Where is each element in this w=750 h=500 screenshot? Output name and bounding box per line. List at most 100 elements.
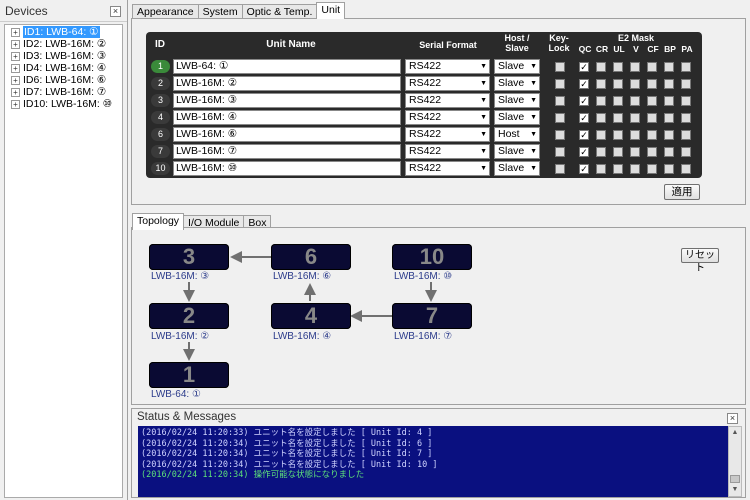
host-slave-select[interactable]: Slave ▼ — [494, 110, 540, 125]
key-lock-checkbox[interactable] — [555, 130, 565, 140]
key-lock-checkbox[interactable] — [555, 164, 565, 174]
ul-mask-checkbox[interactable] — [613, 62, 623, 72]
pa-mask-checkbox[interactable] — [681, 96, 691, 106]
apply-button[interactable]: 適用 — [664, 184, 700, 200]
qc-mask-checkbox[interactable]: ✓ — [579, 96, 589, 106]
ul-mask-checkbox[interactable] — [613, 164, 623, 174]
unit-name-input[interactable]: LWB-16M: ⑩ — [173, 161, 401, 176]
ul-mask-checkbox[interactable] — [613, 96, 623, 106]
topology-node-3[interactable]: 3 — [149, 244, 229, 270]
unit-name-input[interactable]: LWB-16M: ② — [173, 76, 401, 91]
ul-mask-checkbox[interactable] — [613, 130, 623, 140]
expand-icon[interactable]: + — [11, 51, 20, 61]
key-lock-checkbox[interactable] — [555, 113, 565, 123]
tree-item[interactable]: + ID7: LWB-16M: ⑦ — [5, 86, 122, 98]
qc-mask-checkbox[interactable]: ✓ — [579, 147, 589, 157]
tab-system[interactable]: System — [197, 4, 243, 19]
host-slave-select[interactable]: Slave ▼ — [494, 76, 540, 91]
pa-mask-checkbox[interactable] — [681, 62, 691, 72]
cf-mask-checkbox[interactable] — [647, 147, 657, 157]
scroll-down-icon[interactable]: ▼ — [729, 484, 741, 496]
scroll-thumb[interactable] — [730, 475, 740, 483]
key-lock-checkbox[interactable] — [555, 96, 565, 106]
v-mask-checkbox[interactable] — [630, 113, 640, 123]
topology-node-1[interactable]: 1 — [149, 362, 229, 388]
expand-icon[interactable]: + — [11, 39, 20, 49]
unit-name-input[interactable]: LWB-64: ① — [173, 59, 401, 74]
pa-mask-checkbox[interactable] — [681, 113, 691, 123]
pa-mask-checkbox[interactable] — [681, 164, 691, 174]
bp-mask-checkbox[interactable] — [664, 113, 674, 123]
bp-mask-checkbox[interactable] — [664, 130, 674, 140]
serial-format-select[interactable]: RS422 ▼ — [405, 59, 490, 74]
v-mask-checkbox[interactable] — [630, 96, 640, 106]
cf-mask-checkbox[interactable] — [647, 130, 657, 140]
host-slave-select[interactable]: Slave ▼ — [494, 93, 540, 108]
close-icon[interactable]: × — [727, 413, 738, 424]
expand-icon[interactable]: + — [11, 99, 20, 109]
host-slave-select[interactable]: Host ▼ — [494, 127, 540, 142]
qc-mask-checkbox[interactable]: ✓ — [579, 113, 589, 123]
bp-mask-checkbox[interactable] — [664, 79, 674, 89]
host-slave-select[interactable]: Slave ▼ — [494, 161, 540, 176]
topology-node-10[interactable]: 10 — [392, 244, 472, 270]
tree-item[interactable]: + ID2: LWB-16M: ② — [5, 38, 122, 50]
bp-mask-checkbox[interactable] — [664, 62, 674, 72]
cr-mask-checkbox[interactable] — [596, 147, 606, 157]
tree-item[interactable]: + ID6: LWB-16M: ⑥ — [5, 74, 122, 86]
qc-mask-checkbox[interactable]: ✓ — [579, 130, 589, 140]
cr-mask-checkbox[interactable] — [596, 130, 606, 140]
scroll-up-icon[interactable]: ▲ — [729, 427, 741, 439]
bp-mask-checkbox[interactable] — [664, 164, 674, 174]
pa-mask-checkbox[interactable] — [681, 130, 691, 140]
host-slave-select[interactable]: Slave ▼ — [494, 59, 540, 74]
cr-mask-checkbox[interactable] — [596, 62, 606, 72]
serial-format-select[interactable]: RS422 ▼ — [405, 144, 490, 159]
close-icon[interactable]: × — [110, 6, 121, 17]
key-lock-checkbox[interactable] — [555, 79, 565, 89]
ul-mask-checkbox[interactable] — [613, 147, 623, 157]
reset-button[interactable]: リセット — [681, 248, 719, 274]
expand-icon[interactable]: + — [11, 27, 20, 37]
v-mask-checkbox[interactable] — [630, 79, 640, 89]
tree-item[interactable]: + ID1: LWB-64: ① — [5, 26, 122, 38]
pa-mask-checkbox[interactable] — [681, 147, 691, 157]
serial-format-select[interactable]: RS422 ▼ — [405, 93, 490, 108]
key-lock-checkbox[interactable] — [555, 147, 565, 157]
bp-mask-checkbox[interactable] — [664, 96, 674, 106]
expand-icon[interactable]: + — [11, 75, 20, 85]
serial-format-select[interactable]: RS422 ▼ — [405, 110, 490, 125]
v-mask-checkbox[interactable] — [630, 164, 640, 174]
expand-icon[interactable]: + — [11, 63, 20, 73]
qc-mask-checkbox[interactable]: ✓ — [579, 62, 589, 72]
bp-mask-checkbox[interactable] — [664, 147, 674, 157]
serial-format-select[interactable]: RS422 ▼ — [405, 161, 490, 176]
cf-mask-checkbox[interactable] — [647, 62, 657, 72]
topology-node-6[interactable]: 6 — [271, 244, 351, 270]
tab-appearance[interactable]: Appearance — [132, 4, 199, 19]
unit-name-input[interactable]: LWB-16M: ③ — [173, 93, 401, 108]
cr-mask-checkbox[interactable] — [596, 79, 606, 89]
tab-optic-temp[interactable]: Optic & Temp. — [241, 4, 318, 19]
v-mask-checkbox[interactable] — [630, 147, 640, 157]
key-lock-checkbox[interactable] — [555, 62, 565, 72]
cf-mask-checkbox[interactable] — [647, 164, 657, 174]
qc-mask-checkbox[interactable]: ✓ — [579, 79, 589, 89]
pa-mask-checkbox[interactable] — [681, 79, 691, 89]
cf-mask-checkbox[interactable] — [647, 79, 657, 89]
tree-item[interactable]: + ID3: LWB-16M: ③ — [5, 50, 122, 62]
message-scrollbar[interactable]: ▲ ▼ — [728, 426, 742, 497]
topology-node-7[interactable]: 7 — [392, 303, 472, 329]
ul-mask-checkbox[interactable] — [613, 113, 623, 123]
unit-name-input[interactable]: LWB-16M: ⑥ — [173, 127, 401, 142]
cf-mask-checkbox[interactable] — [647, 96, 657, 106]
unit-name-input[interactable]: LWB-16M: ⑦ — [173, 144, 401, 159]
qc-mask-checkbox[interactable]: ✓ — [579, 164, 589, 174]
cr-mask-checkbox[interactable] — [596, 164, 606, 174]
v-mask-checkbox[interactable] — [630, 130, 640, 140]
cr-mask-checkbox[interactable] — [596, 113, 606, 123]
cr-mask-checkbox[interactable] — [596, 96, 606, 106]
cf-mask-checkbox[interactable] — [647, 113, 657, 123]
unit-name-input[interactable]: LWB-16M: ④ — [173, 110, 401, 125]
tree-item[interactable]: + ID4: LWB-16M: ④ — [5, 62, 122, 74]
